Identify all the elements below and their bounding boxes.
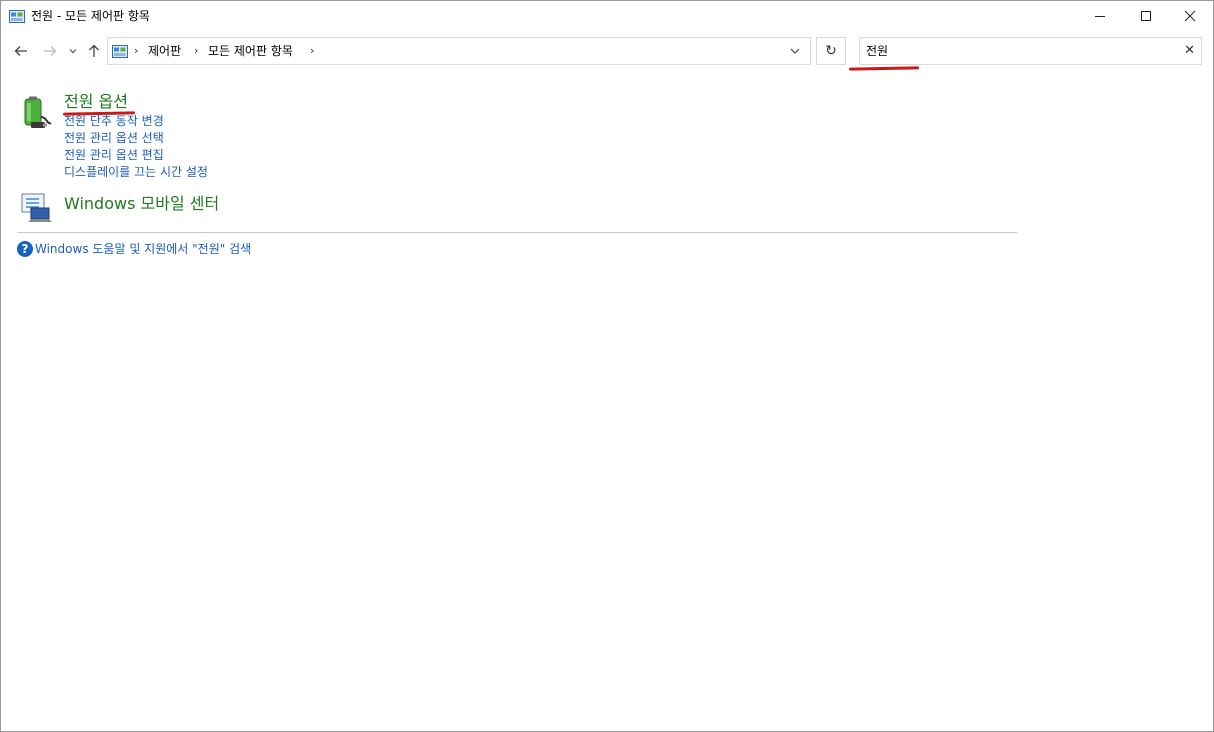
windows-help-search-link[interactable]: Windows 도움말 및 지원에서 "전원" 검색 (35, 241, 251, 257)
power-options-title[interactable]: 전원 옵션 (64, 92, 128, 112)
address-bar[interactable]: › 제어판 › 모든 제어판 항목 › (107, 37, 811, 65)
forward-arrow-icon (44, 46, 57, 56)
clear-search-icon[interactable]: ✕ (1184, 43, 1195, 59)
minimize-button[interactable] (1077, 1, 1123, 31)
back-arrow-icon (14, 46, 27, 56)
back-button[interactable] (12, 42, 30, 60)
title-bar: 전원 - 모든 제어판 항목 (1, 1, 1213, 31)
mobility-center-title[interactable]: Windows 모바일 센터 (64, 194, 219, 214)
control-panel-icon (112, 44, 128, 58)
help-icon: ? (17, 241, 33, 257)
edit-power-plan-link[interactable]: 전원 관리 옵션 편집 (64, 147, 164, 163)
breadcrumb-separator-icon[interactable]: › (134, 44, 138, 57)
address-dropdown-button[interactable] (782, 38, 808, 64)
results-divider (17, 232, 1017, 233)
maximize-icon (1141, 11, 1151, 21)
close-button[interactable] (1167, 1, 1213, 31)
chevron-down-icon (790, 48, 800, 54)
mobility-center-icon[interactable] (19, 191, 53, 225)
change-power-button-link[interactable]: 전원 단추 동작 변경 (64, 113, 164, 129)
breadcrumb-separator-icon[interactable]: › (194, 44, 198, 57)
control-panel-icon (9, 9, 25, 23)
close-icon (1184, 10, 1196, 22)
breadcrumb-separator-icon[interactable]: › (310, 44, 314, 57)
up-button[interactable] (85, 42, 103, 60)
refresh-button[interactable]: ↻ (816, 37, 846, 65)
forward-button[interactable] (41, 42, 59, 60)
maximize-button[interactable] (1123, 1, 1169, 31)
refresh-icon: ↻ (825, 43, 837, 59)
search-query: 전원 (866, 44, 889, 58)
minimize-icon (1095, 16, 1105, 17)
navigation-bar: › 제어판 › 모든 제어판 항목 › ↻ 전원 ✕ (1, 35, 1213, 68)
breadcrumb-control-panel[interactable]: 제어판 (148, 43, 181, 59)
recent-locations-button[interactable] (66, 42, 80, 60)
power-options-icon[interactable] (19, 95, 53, 129)
choose-power-plan-link[interactable]: 전원 관리 옵션 선택 (64, 130, 164, 146)
breadcrumb-all-items[interactable]: 모든 제어판 항목 (208, 43, 293, 59)
control-panel-window: 전원 - 모든 제어판 항목 › 제어판 › 모든 제어판 항목 › ↻ 전원 … (0, 0, 1214, 732)
window-title: 전원 - 모든 제어판 항목 (31, 9, 150, 23)
display-off-time-link[interactable]: 디스플레이를 끄는 시간 설정 (64, 164, 208, 180)
up-arrow-icon (89, 44, 99, 57)
annotation-underline-search (848, 66, 920, 71)
search-input[interactable]: 전원 ✕ (859, 37, 1202, 65)
chevron-down-icon (69, 49, 77, 54)
